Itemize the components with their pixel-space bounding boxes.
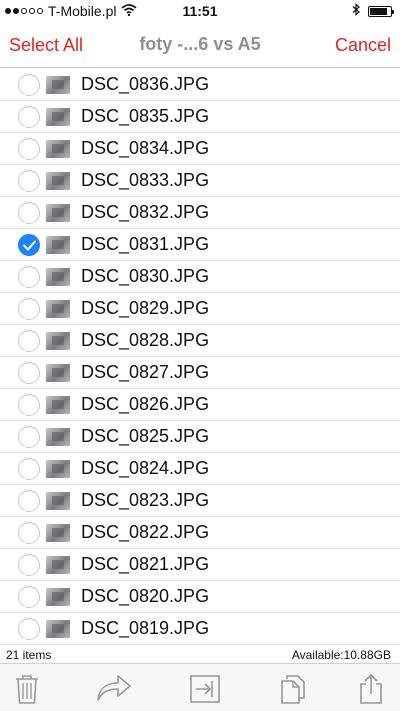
status-time: 11:51 xyxy=(182,3,218,19)
file-name: DSC_0833.JPG xyxy=(81,170,210,190)
battery-level xyxy=(370,7,387,15)
checkbox[interactable] xyxy=(18,394,40,416)
file-row[interactable]: DSC_0827.JPG xyxy=(0,357,400,389)
file-row[interactable]: DSC_0828.JPG xyxy=(0,325,400,357)
photo-thumbnail xyxy=(46,588,70,606)
file-name: DSC_0834.JPG xyxy=(81,138,210,158)
file-name: DSC_0830.JPG xyxy=(81,266,210,286)
checkbox[interactable] xyxy=(18,618,40,640)
photo-thumbnail xyxy=(46,268,70,286)
file-name: DSC_0821.JPG xyxy=(81,554,210,574)
items-count: 21 items xyxy=(6,648,52,662)
screen: T-Mobile.pl 11:51 Select All foty -...6 … xyxy=(0,0,400,711)
file-row[interactable]: DSC_0832.JPG xyxy=(0,197,400,229)
file-row[interactable]: DSC_0822.JPG xyxy=(0,517,400,549)
photo-thumbnail xyxy=(46,332,70,350)
photo-thumbnail xyxy=(46,204,70,222)
photo-thumbnail xyxy=(46,620,70,638)
file-row[interactable]: DSC_0823.JPG xyxy=(0,485,400,517)
checkbox[interactable] xyxy=(18,426,40,448)
checkbox[interactable] xyxy=(18,202,40,224)
file-name: DSC_0832.JPG xyxy=(81,202,210,222)
photo-thumbnail xyxy=(46,556,70,574)
checkbox[interactable] xyxy=(18,490,40,512)
status-right xyxy=(352,3,394,19)
trash-icon[interactable] xyxy=(12,673,46,705)
file-row[interactable]: DSC_0836.JPG xyxy=(0,69,400,101)
photo-thumbnail xyxy=(46,492,70,510)
checkbox[interactable] xyxy=(18,266,40,288)
file-name: DSC_0829.JPG xyxy=(81,298,210,318)
checkbox[interactable] xyxy=(18,586,40,608)
file-name: DSC_0819.JPG xyxy=(81,618,210,638)
file-row[interactable]: DSC_0831.JPG xyxy=(0,229,400,261)
checkbox[interactable] xyxy=(18,458,40,480)
photo-thumbnail xyxy=(46,140,70,158)
photo-thumbnail xyxy=(46,524,70,542)
bluetooth-icon xyxy=(352,3,360,19)
bottom-toolbar xyxy=(0,663,400,711)
file-row[interactable]: DSC_0819.JPG xyxy=(0,613,400,645)
share-forward-icon[interactable] xyxy=(96,673,131,705)
file-name: DSC_0836.JPG xyxy=(81,74,210,94)
checkbox[interactable] xyxy=(18,330,40,352)
file-name: DSC_0824.JPG xyxy=(81,458,210,478)
move-into-icon[interactable] xyxy=(188,673,222,705)
checkbox[interactable] xyxy=(18,362,40,384)
checkbox[interactable] xyxy=(18,106,40,128)
copy-icon[interactable] xyxy=(278,673,312,705)
battery-icon xyxy=(368,5,394,17)
checkbox[interactable] xyxy=(18,170,40,192)
photo-thumbnail xyxy=(46,428,70,446)
file-row[interactable]: DSC_0830.JPG xyxy=(0,261,400,293)
checkbox[interactable] xyxy=(18,298,40,320)
photo-thumbnail xyxy=(46,364,70,382)
file-row[interactable]: DSC_0834.JPG xyxy=(0,133,400,165)
photo-thumbnail xyxy=(46,460,70,478)
file-row[interactable]: DSC_0825.JPG xyxy=(0,421,400,453)
photo-thumbnail xyxy=(46,396,70,414)
file-row[interactable]: DSC_0824.JPG xyxy=(0,453,400,485)
file-row[interactable]: DSC_0835.JPG xyxy=(0,101,400,133)
nav-bar: Select All foty -...6 vs A5 Cancel xyxy=(0,22,400,68)
file-row[interactable]: DSC_0833.JPG xyxy=(0,165,400,197)
photo-thumbnail xyxy=(46,172,70,190)
available-space: Available:10.88GB xyxy=(291,648,391,662)
checkbox-checked[interactable] xyxy=(18,234,40,256)
photo-thumbnail xyxy=(46,76,70,94)
file-row[interactable]: DSC_0821.JPG xyxy=(0,549,400,581)
file-name: DSC_0823.JPG xyxy=(81,490,210,510)
checkbox[interactable] xyxy=(18,138,40,160)
file-name: DSC_0820.JPG xyxy=(81,586,210,606)
file-name: DSC_0825.JPG xyxy=(81,426,210,446)
info-bar: 21 items Available:10.88GB xyxy=(0,647,400,663)
checkmark-icon xyxy=(23,240,36,251)
file-name: DSC_0835.JPG xyxy=(81,106,210,126)
file-name: DSC_0828.JPG xyxy=(81,330,210,350)
file-row[interactable]: DSC_0826.JPG xyxy=(0,389,400,421)
photo-thumbnail xyxy=(46,300,70,318)
file-row[interactable]: DSC_0829.JPG xyxy=(0,293,400,325)
file-name: DSC_0822.JPG xyxy=(81,522,210,542)
checkbox[interactable] xyxy=(18,74,40,96)
file-row[interactable]: DSC_0820.JPG xyxy=(0,581,400,613)
checkbox[interactable] xyxy=(18,522,40,544)
cancel-button[interactable]: Cancel xyxy=(335,35,391,56)
upload-icon[interactable] xyxy=(356,673,390,705)
photo-thumbnail xyxy=(46,236,70,254)
checkbox[interactable] xyxy=(18,554,40,576)
file-name: DSC_0827.JPG xyxy=(81,362,210,382)
file-list[interactable]: DSC_0836.JPG DSC_0835.JPG DSC_0834.JPG DSC_… xyxy=(0,69,400,647)
status-bar: T-Mobile.pl 11:51 xyxy=(0,0,400,22)
photo-thumbnail xyxy=(46,108,70,126)
file-name: DSC_0826.JPG xyxy=(81,394,210,414)
file-name: DSC_0831.JPG xyxy=(81,234,210,254)
